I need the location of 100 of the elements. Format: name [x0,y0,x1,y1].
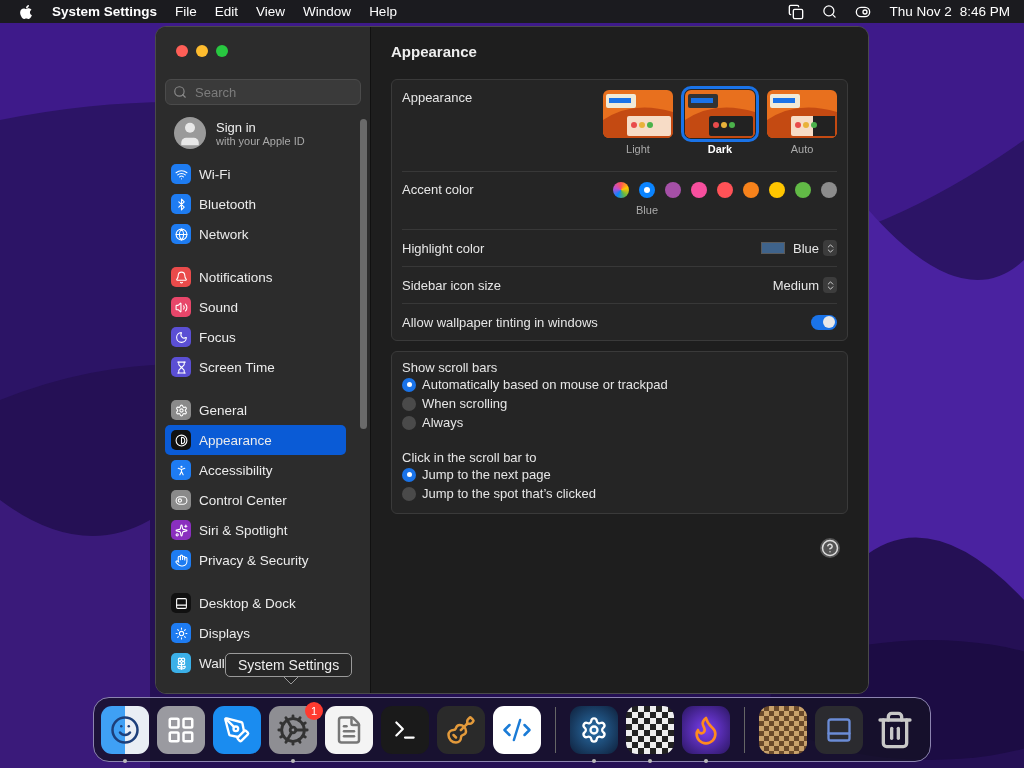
dock-icon [171,593,191,613]
person-icon [171,460,191,480]
menu-date[interactable]: Thu Nov 2 [889,4,952,19]
apple-logo-icon[interactable] [18,3,34,20]
sidebar-item[interactable]: Screen Time [165,352,346,382]
sidebar-item[interactable]: Wi-Fi [165,159,346,189]
notification-badge: 1 [305,701,323,720]
sidebar-item[interactable]: Appearance [165,425,346,455]
accent-swatch[interactable] [665,182,681,198]
menu-time[interactable]: 8:46 PM [959,4,1010,19]
stepper-icon [823,277,837,293]
radio-button[interactable] [402,415,416,430]
radio-button[interactable] [402,486,416,501]
radio-button[interactable] [402,467,416,482]
sidebar-item[interactable]: Displays [165,618,346,648]
search-icon[interactable] [822,4,838,19]
sidebar-item[interactable]: Desktop & Dock [165,588,346,618]
row-label: Appearance [402,90,473,105]
hourglass-icon [171,357,191,377]
flame-icon[interactable] [682,705,730,754]
page-title: Appearance [391,43,478,62]
radio-button[interactable] [402,396,416,411]
menu-item[interactable]: Help [369,4,397,19]
accent-swatch[interactable] [743,182,759,198]
hand-icon [171,550,191,570]
sidebar-item[interactable]: Notifications [165,262,346,292]
search-input[interactable]: Search [193,83,343,101]
radio-option[interactable]: Automatically based on mouse or trackpad [402,375,837,394]
zoom-button[interactable] [216,45,228,57]
avatar-icon[interactable] [174,117,206,149]
radio-option[interactable]: Jump to the next page [402,465,837,484]
accent-swatch[interactable] [717,182,733,198]
menu-item[interactable]: Window [303,4,352,19]
toggle-icon [171,490,191,510]
minimize-button[interactable] [196,45,208,57]
close-button[interactable] [176,45,188,57]
theme-option[interactable]: Dark [685,90,755,155]
speaker-icon [171,297,191,317]
screen-mirroring-icon[interactable] [788,3,805,20]
accent-name: Blue [636,204,658,216]
sidebar-item[interactable]: Network [165,219,346,249]
row-label: Highlight color [402,240,485,256]
terminal-icon[interactable] [381,705,429,754]
sidebar-item[interactable]: Sound [165,292,346,322]
gear-icon [171,400,191,420]
sidebar-item[interactable]: General [165,395,346,425]
contrast-icon [171,430,191,450]
radio-button[interactable] [402,377,416,392]
chessboard-icon[interactable] [626,705,674,754]
accent-swatch[interactable] [795,182,811,198]
radio-option[interactable]: Always [402,413,837,432]
theme-option[interactable]: Light [603,90,673,155]
scroll-bar[interactable] [360,119,367,429]
app-grid-icon[interactable] [157,705,205,754]
sidebar-item[interactable]: Accessibility [165,455,346,485]
menu-item[interactable]: File [175,4,197,19]
sidebar-item[interactable]: Control Center [165,485,346,515]
sidebar-item[interactable]: Bluetooth [165,189,346,219]
code-editor-icon[interactable] [493,705,541,754]
row-label: Sidebar icon size [402,277,501,293]
wifi-icon [171,164,191,184]
accent-swatch[interactable] [821,182,837,198]
search-field[interactable]: Search [165,79,361,105]
row-label: Accent color [402,182,474,197]
highlight-popup[interactable]: Blue [760,240,837,256]
radio-option[interactable]: When scrolling [402,394,837,413]
bluetooth-icon [171,194,191,214]
accent-swatch[interactable] [639,182,655,198]
sidebar-item[interactable]: Privacy & Security [165,545,346,575]
theme-option[interactable]: Auto [767,90,837,155]
accent-swatch[interactable] [613,182,629,198]
sidebar-item[interactable]: Focus [165,322,346,352]
group-label: Show scroll bars [402,360,499,375]
row-label: Allow wallpaper tinting in windows [402,314,598,330]
radio-option[interactable]: Jump to the spot that’s clicked [402,484,837,503]
sparkle-icon [171,520,191,540]
help-button[interactable] [820,538,840,558]
toggle-switch[interactable] [811,314,837,330]
moon-icon [171,327,191,347]
app-menu[interactable]: System Settings [52,4,158,19]
menu-item[interactable]: Edit [214,4,239,19]
menu-item[interactable]: View [256,4,286,19]
flower-icon [171,653,191,673]
finder-icon[interactable] [101,705,149,754]
notepad-icon[interactable] [325,705,373,754]
accent-swatch[interactable] [691,182,707,198]
gear-icon[interactable] [269,705,317,754]
tooltip-pointer [284,677,298,685]
icon-size-popup[interactable]: Medium [772,277,837,293]
globe-icon [171,224,191,244]
accent-swatch[interactable] [769,182,785,198]
account-title[interactable]: Sign in [216,119,305,135]
stepper-icon [823,240,837,256]
guitar-icon[interactable] [437,705,485,754]
window-thumbnail-icon[interactable] [759,705,807,754]
window-thumbnail-icon[interactable] [815,705,863,754]
bell-icon [171,267,191,287]
search-icon [173,85,187,99]
theme-preview-icon [603,90,673,138]
sidebar-item[interactable]: Siri & Spotlight [165,515,346,545]
